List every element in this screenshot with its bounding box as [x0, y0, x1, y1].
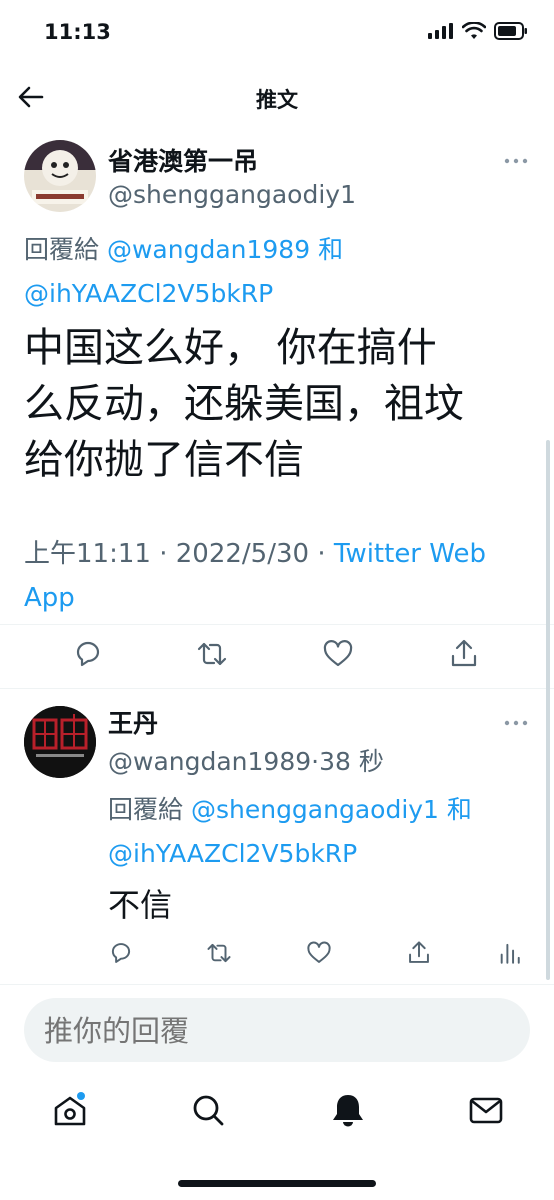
reply-and: 和 — [446, 795, 472, 824]
mention-link[interactable]: @shenggangaodiy1 — [191, 795, 439, 824]
author-name[interactable]: 王丹 — [108, 704, 158, 740]
more-icon — [504, 158, 528, 164]
divider — [0, 984, 554, 985]
reply-and: 和 — [318, 235, 344, 264]
tweet-age[interactable]: 38 秒 — [319, 747, 384, 776]
nav-notifications[interactable] — [328, 1090, 368, 1130]
more-button[interactable] — [504, 712, 528, 731]
mention-link[interactable]: @ihYAAZCl2V5bkRP — [24, 279, 273, 308]
share-icon — [409, 941, 429, 963]
author-handle[interactable]: @shenggangaodiy1 — [108, 180, 356, 209]
more-button[interactable] — [504, 150, 528, 169]
analytics-icon — [500, 943, 520, 964]
tweet-actions — [108, 940, 528, 970]
tweet-text-line: 中国这么好， 你在搞什 — [24, 325, 437, 371]
tweet-meta: 上午11:11 · 2022/5/30 · Twitter Web App — [24, 532, 534, 620]
retweet-icon — [207, 943, 231, 963]
battery-icon — [494, 22, 527, 40]
tweet-time[interactable]: 上午11:11 — [24, 539, 151, 569]
tweet-date[interactable]: 2022/5/30 — [176, 539, 309, 569]
reply-composer[interactable] — [24, 998, 530, 1064]
reply-input[interactable] — [42, 998, 516, 1064]
avatar-image — [24, 706, 96, 778]
tweet-text: 中国这么好， 你在搞什 么反动，还躲美国，祖坟 给你抛了信不信 — [24, 320, 534, 488]
like-icon — [307, 941, 331, 963]
reply-icon — [76, 641, 100, 667]
like-button[interactable] — [322, 638, 354, 670]
notifications-icon — [333, 1095, 363, 1127]
tweet-text: 不信 — [108, 886, 173, 924]
tweet-actions — [24, 638, 524, 678]
more-icon — [504, 720, 528, 726]
retweet-button[interactable] — [196, 638, 228, 670]
tweet-text-line: 给你抛了信不信 — [24, 437, 304, 483]
replying-to: 回覆給 @shenggangaodiy1 和 @ihYAAZCl2V5bkRP — [108, 788, 528, 876]
share-button[interactable] — [448, 638, 480, 670]
reply-prefix: 回覆給 — [24, 235, 100, 264]
tweet-text-line: 么反动，还躲美国，祖坟 — [24, 381, 464, 427]
cellular-signal-icon — [428, 23, 453, 39]
divider — [0, 624, 554, 625]
page-title: 推文 — [256, 88, 298, 112]
reply-icon — [111, 943, 131, 963]
scrollbar[interactable] — [546, 440, 550, 980]
nav-search[interactable] — [188, 1090, 228, 1130]
avatar[interactable] — [24, 140, 96, 212]
status-icons — [428, 22, 528, 40]
nav-messages[interactable] — [466, 1090, 506, 1130]
messages-icon — [469, 1097, 503, 1124]
retweet-button[interactable] — [206, 940, 232, 966]
home-icon — [54, 1092, 86, 1126]
meta-separator: · — [159, 539, 168, 569]
retweet-icon — [197, 642, 227, 666]
status-time: 11:13 — [44, 20, 111, 44]
like-button[interactable] — [306, 940, 332, 966]
reply-prefix: 回覆給 — [108, 795, 184, 824]
author-name[interactable]: 省港澳第一吊 — [108, 142, 258, 178]
analytics-button[interactable] — [496, 940, 522, 966]
author-handle-line: @wangdan1989·38 秒 — [108, 742, 384, 778]
share-icon — [451, 639, 477, 667]
author-handle[interactable]: @wangdan1989 — [108, 747, 311, 776]
search-icon — [193, 1095, 224, 1126]
like-icon — [323, 640, 353, 667]
home-indicator — [178, 1180, 376, 1187]
avatar[interactable] — [24, 706, 96, 778]
reply-button[interactable] — [108, 940, 134, 966]
replying-to: 回覆給 @wangdan1989 和 @ihYAAZCl2V5bkRP — [24, 228, 514, 316]
avatar-image — [24, 140, 96, 212]
nav-home[interactable] — [50, 1090, 90, 1130]
wifi-icon — [462, 22, 486, 39]
meta-separator: · — [311, 747, 320, 776]
reply-button[interactable] — [72, 638, 104, 670]
mention-link[interactable]: @wangdan1989 — [107, 235, 310, 264]
mention-link[interactable]: @ihYAAZCl2V5bkRP — [108, 839, 357, 868]
share-button[interactable] — [406, 940, 432, 966]
divider — [0, 688, 554, 689]
meta-separator: · — [317, 539, 326, 569]
bottom-nav — [0, 1090, 554, 1150]
